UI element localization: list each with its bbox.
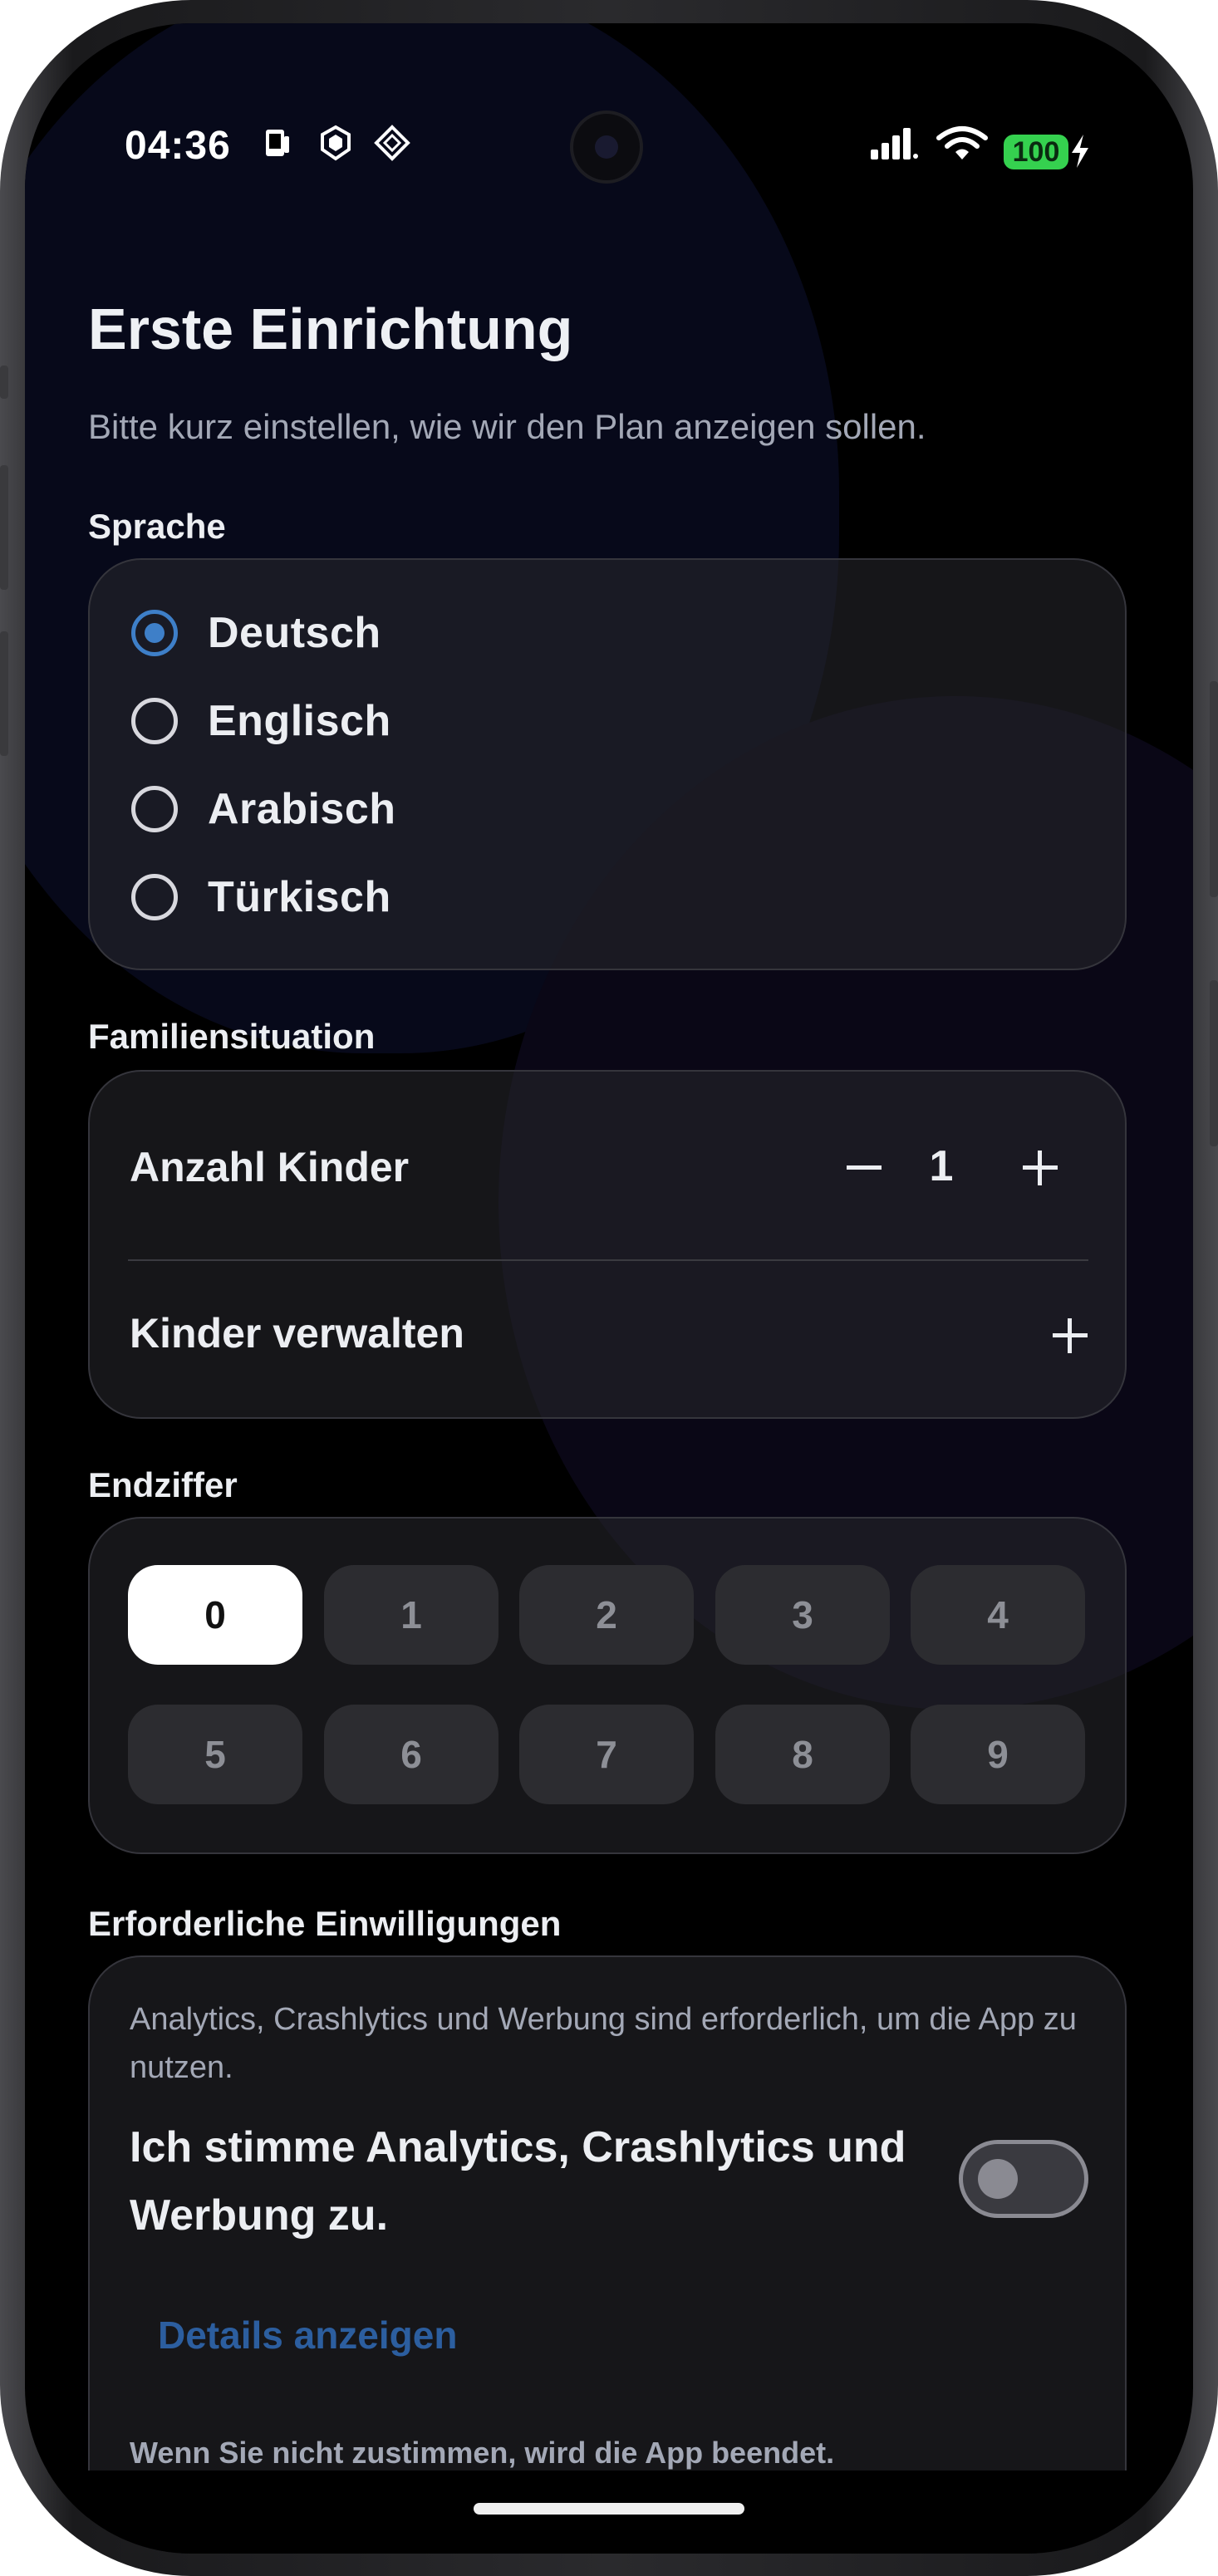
front-camera xyxy=(570,110,643,184)
language-option-label: Türkisch xyxy=(208,873,391,921)
digit-button-0[interactable]: 0 xyxy=(128,1565,302,1665)
language-option-englisch[interactable]: Englisch xyxy=(131,688,391,754)
toggle-knob xyxy=(978,2159,1018,2199)
status-bar: 04:36 100 xyxy=(25,23,1193,184)
action-button xyxy=(0,366,8,399)
add-child-button[interactable] xyxy=(1037,1303,1103,1369)
language-option-tuerkisch[interactable]: Türkisch xyxy=(131,864,391,930)
digit-button-2[interactable]: 2 xyxy=(519,1565,694,1665)
language-option-label: Englisch xyxy=(208,697,391,745)
consent-note: Wenn Sie nicht zustimmen, wird die App b… xyxy=(130,2436,835,2470)
digit-button-9[interactable]: 9 xyxy=(911,1705,1085,1804)
wifi-icon xyxy=(936,126,988,159)
language-option-label: Deutsch xyxy=(208,609,381,657)
volume-down-button xyxy=(0,631,8,756)
consent-toggle-label: Ich stimme Analytics, Crashlytics und We… xyxy=(130,2123,906,2240)
consent-info-text: Analytics, Crashlytics und Werbung sind … xyxy=(130,2002,1077,2085)
charging-bolt-icon xyxy=(1072,135,1088,168)
increment-children-button[interactable] xyxy=(1007,1135,1073,1201)
manage-children-label: Kinder verwalten xyxy=(130,1310,464,1357)
digit-button-7[interactable]: 7 xyxy=(519,1705,694,1804)
plus-icon xyxy=(1053,1318,1088,1353)
decrement-children-button[interactable] xyxy=(831,1135,897,1201)
divider xyxy=(128,1259,1088,1261)
end-digit-section-label: Endziffer xyxy=(88,1465,238,1504)
status-time: 04:36 xyxy=(125,124,231,168)
battery-level: 100 xyxy=(1012,135,1060,168)
language-section-label: Sprache xyxy=(88,507,226,546)
minus-icon xyxy=(847,1165,882,1170)
family-card: Anzahl Kinder 1 Kinder verwalten xyxy=(88,1070,1127,1419)
radio-unselected-icon[interactable] xyxy=(131,698,178,744)
digit-button-5[interactable]: 5 xyxy=(128,1705,302,1804)
radio-unselected-icon[interactable] xyxy=(131,874,178,920)
phone-screen-icon xyxy=(266,130,289,156)
language-option-deutsch[interactable]: Deutsch xyxy=(131,600,381,666)
diamond-icon xyxy=(374,125,410,161)
home-indicator[interactable] xyxy=(474,2503,744,2515)
volume-up-button xyxy=(0,465,8,590)
page-subtitle: Bitte kurz einstellen, wie wir den Plan … xyxy=(88,407,926,446)
children-count-label: Anzahl Kinder xyxy=(130,1144,410,1190)
children-count-value: 1 xyxy=(929,1142,954,1190)
power-button xyxy=(1210,681,1218,897)
signal-icon xyxy=(871,128,918,159)
digit-button-8[interactable]: 8 xyxy=(715,1705,890,1804)
consent-toggle[interactable] xyxy=(959,2140,1088,2218)
radio-selected-icon[interactable] xyxy=(131,610,178,656)
language-option-label: Arabisch xyxy=(208,785,396,833)
family-section-label: Familiensituation xyxy=(88,1017,376,1056)
digit-button-1[interactable]: 1 xyxy=(324,1565,498,1665)
language-card: Deutsch Englisch Arabisch Türkisch xyxy=(88,558,1127,970)
camera-control-button xyxy=(1210,980,1218,1146)
screen: 04:36 100 Erste Einrichtung Bitte kurz e… xyxy=(25,23,1193,2554)
page-title: Erste Einrichtung xyxy=(88,297,573,361)
consent-section-label: Erforderliche Einwilligungen xyxy=(88,1904,562,1943)
digit-button-6[interactable]: 6 xyxy=(324,1705,498,1804)
plus-icon xyxy=(1023,1151,1058,1185)
end-digit-card: 0 1 2 3 4 5 6 7 8 9 xyxy=(88,1517,1127,1854)
consent-card: Analytics, Crashlytics und Werbung sind … xyxy=(88,1955,1127,2554)
radio-unselected-icon[interactable] xyxy=(131,786,178,832)
phone-frame: 04:36 100 Erste Einrichtung Bitte kurz e… xyxy=(0,0,1218,2576)
language-option-arabisch[interactable]: Arabisch xyxy=(131,776,396,842)
digit-button-3[interactable]: 3 xyxy=(715,1565,890,1665)
digit-button-4[interactable]: 4 xyxy=(911,1565,1085,1665)
details-link[interactable]: Details anzeigen xyxy=(158,2313,457,2358)
shield-icon xyxy=(321,125,351,161)
battery-icon: 100 xyxy=(1004,135,1068,169)
